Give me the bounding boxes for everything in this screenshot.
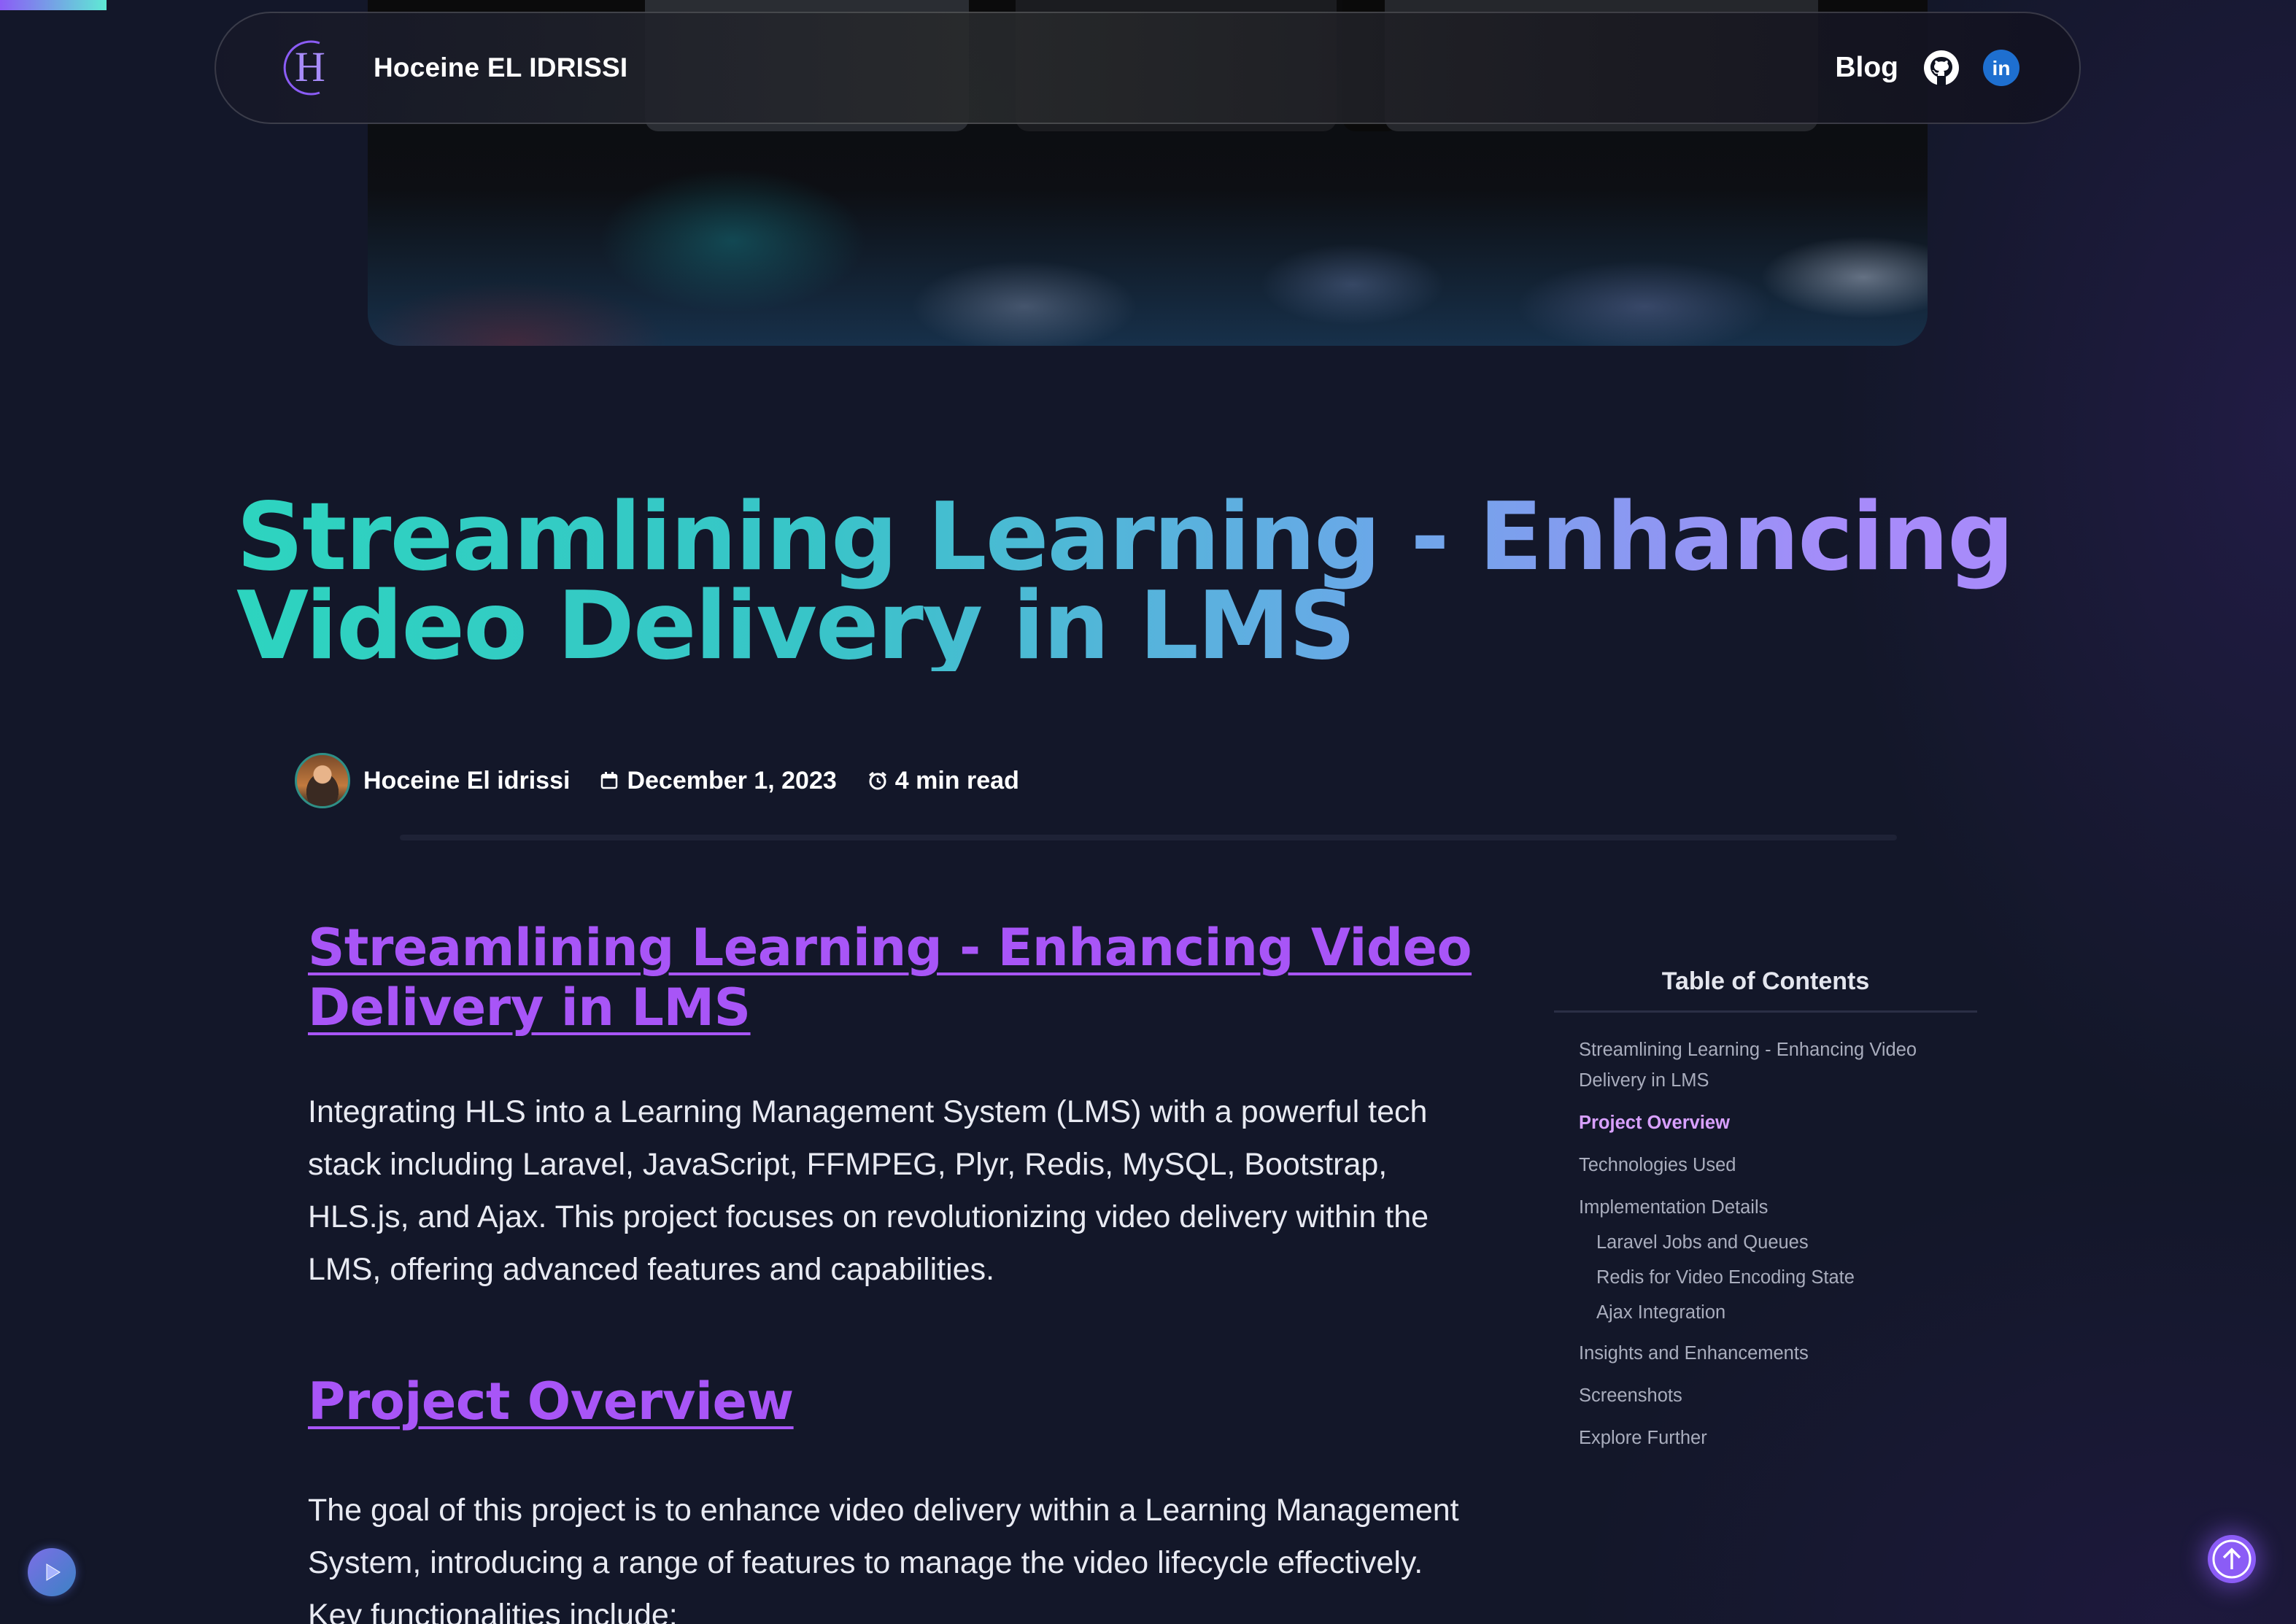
toc-item-redis-encoding[interactable]: Redis for Video Encoding State <box>1579 1262 1977 1293</box>
calendar-icon <box>601 772 618 789</box>
brand-name[interactable]: Hoceine EL IDRISSI <box>374 53 627 83</box>
logo-letter: H <box>295 43 325 90</box>
play-button[interactable] <box>28 1548 76 1596</box>
post-date: December 1, 2023 <box>627 766 837 794</box>
linkedin-icon[interactable]: in <box>1982 48 2021 88</box>
table-of-contents: Table of Contents Streamlining Learning … <box>1554 967 1977 1465</box>
post-meta: Hoceine El idrissi December 1, 2023 4 mi… <box>295 753 1019 808</box>
avatar <box>295 753 350 808</box>
toc-list: Streamlining Learning - Enhancing Video … <box>1554 1035 1977 1453</box>
heading-streamlining-learning[interactable]: Streamlining Learning - Enhancing Video … <box>308 918 1475 1037</box>
reading-progress-bar <box>0 0 107 10</box>
nav-links: Blog in <box>1835 48 2021 88</box>
github-icon[interactable] <box>1922 48 1961 88</box>
page-title: Streamlining Learning - Enhancing Video … <box>236 491 2133 673</box>
meta-divider <box>400 835 1897 840</box>
play-icon <box>46 1563 61 1581</box>
toc-item-laravel-jobs[interactable]: Laravel Jobs and Queues <box>1579 1227 1977 1258</box>
page: H Hoceine EL IDRISSI Blog in Streamlinin… <box>0 0 2296 1624</box>
toc-item-explore-further[interactable]: Explore Further <box>1579 1423 1977 1453</box>
toc-item-screenshots[interactable]: Screenshots <box>1579 1380 1977 1411</box>
toc-title: Table of Contents <box>1554 967 1977 1013</box>
logo-icon[interactable]: H <box>274 34 341 101</box>
author-name: Hoceine El idrissi <box>363 766 571 794</box>
toc-item-streamlining-learning[interactable]: Streamlining Learning - Enhancing Video … <box>1579 1035 1977 1096</box>
arrow-up-icon <box>2212 1539 2251 1579</box>
alarm-clock-icon <box>868 771 886 790</box>
back-to-top-button[interactable] <box>2208 1535 2256 1583</box>
goal-paragraph: The goal of this project is to enhance v… <box>308 1493 1459 1624</box>
read-time: 4 min read <box>894 766 1019 794</box>
nav-blog-link[interactable]: Blog <box>1835 52 1898 84</box>
toc-item-insights[interactable]: Insights and Enhancements <box>1579 1338 1977 1369</box>
navbar: H Hoceine EL IDRISSI Blog in <box>214 12 2081 124</box>
intro-paragraph: Integrating HLS into a Learning Manageme… <box>308 1094 1429 1287</box>
toc-item-project-overview[interactable]: Project Overview <box>1579 1107 1977 1138</box>
linkedin-icon-text: in <box>1992 57 2011 80</box>
toc-item-ajax-integration[interactable]: Ajax Integration <box>1579 1297 1977 1328</box>
toc-item-implementation-details[interactable]: Implementation Details <box>1579 1192 1977 1223</box>
toc-item-technologies-used[interactable]: Technologies Used <box>1579 1150 1977 1180</box>
heading-project-overview[interactable]: Project Overview <box>308 1372 1475 1431</box>
